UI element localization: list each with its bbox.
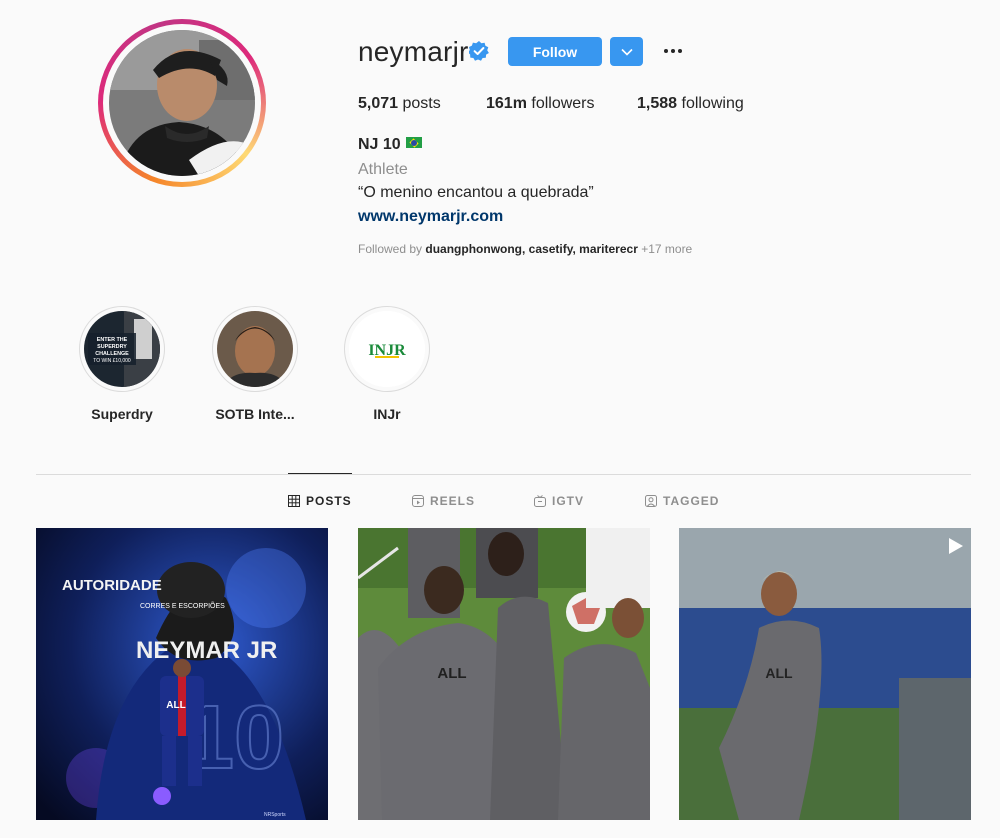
post-thumbnail[interactable]: ALL [358,528,650,820]
post-sponsor-text: ALL [166,700,185,711]
injr-logo-icon: INJR [349,311,425,387]
followed-by-prefix: Followed by [358,242,423,256]
video-play-icon [949,538,963,554]
following-count: 1,588 [637,95,678,112]
post-headline: AUTORIDADE [62,577,162,594]
tab-tagged[interactable]: TAGGED [645,494,719,508]
reels-icon [412,495,424,507]
brazil-flag-icon [405,137,422,148]
dot-icon [671,49,675,53]
post-credit: NRSports [264,812,286,818]
full-name-text: NJ 10 [358,136,401,153]
highlight-cover: INJR [349,311,425,387]
highlight-ring: ENTER THE SUPERDRY CHALLENGE TO WIN £10,… [79,306,165,392]
highlight-ring [212,306,298,392]
profile-avatar[interactable] [98,19,266,187]
post-thumbnail[interactable]: AUTORIDADE CORRES E ESCORPIÕES NEYMAR JR… [36,528,328,820]
igtv-icon [534,495,546,507]
post-thumbnail[interactable]: ALL [679,528,971,820]
post-image: ALL [679,528,971,820]
profile-full-name: NJ 10 [358,136,422,154]
highlight-cover-art: ENTER THE SUPERDRY CHALLENGE TO WIN £10,… [84,311,160,387]
post-image: AUTORIDADE CORRES E ESCORPIÕES NEYMAR JR… [36,528,328,820]
highlight-superdry[interactable]: ENTER THE SUPERDRY CHALLENGE TO WIN £10,… [72,306,172,422]
followed-by-more: +17 more [641,242,693,256]
highlight-cover-text: ENTER THE [97,337,128,343]
following-label: following [681,95,744,112]
tab-posts[interactable]: POSTS [288,494,352,508]
following-stat[interactable]: 1,588 following [637,95,744,113]
chevron-down-icon [620,48,633,56]
active-tab-indicator [288,473,352,474]
followed-by[interactable]: Followed by duangphonwong, casetify, mar… [358,242,692,256]
highlight-label: INJr [373,406,401,422]
tab-igtv[interactable]: IGTV [534,494,584,508]
tab-label: REELS [430,494,476,508]
posts-count-stat: 5,071 posts [358,95,441,113]
highlight-cover-art [217,311,293,387]
highlight-label: Superdry [91,406,153,422]
highlight-sotb[interactable]: SOTB Inte... [205,306,305,422]
post-image: ALL [358,528,650,820]
grid-icon [288,495,300,507]
avatar-photo-art [109,30,255,176]
suggested-accounts-button[interactable] [610,37,643,66]
post-sponsor-text: ALL [437,665,466,682]
tab-reels[interactable]: REELS [412,494,475,508]
tagged-icon [645,495,657,507]
dot-icon [678,49,682,53]
post-jersey-name: NEYMAR JR [136,637,277,664]
highlight-ring: INJR [344,306,430,392]
highlight-injr[interactable]: INJR INJr [337,306,437,422]
more-options-button[interactable] [660,40,686,62]
dot-icon [664,49,668,53]
tab-label: TAGGED [663,494,720,508]
avatar-photo [109,30,255,176]
followers-stat[interactable]: 161m followers [486,95,595,113]
post-tagline: CORRES E ESCORPIÕES [140,601,225,610]
highlight-label: SOTB Inte... [215,406,295,422]
follow-button[interactable]: Follow [508,37,602,66]
highlight-cover [217,311,293,387]
followed-by-names: duangphonwong, casetify, mariterecr [425,242,638,256]
followers-count: 161m [486,95,527,112]
post-sponsor-text: ALL [765,665,793,681]
posts-count: 5,071 [358,95,399,112]
profile-bio: “O menino encantou a quebrada” [358,184,594,201]
tab-label: IGTV [552,494,585,508]
followers-label: followers [531,95,595,112]
highlight-cover: ENTER THE SUPERDRY CHALLENGE TO WIN £10,… [84,311,160,387]
svg-text:CHALLENGE: CHALLENGE [95,351,129,357]
tabs-divider [36,474,971,475]
profile-category: Athlete [358,161,408,178]
profile-website-link[interactable]: www.neymarjr.com [358,208,503,226]
avatar-gap [103,24,261,182]
tab-label: POSTS [306,494,352,508]
posts-label: posts [402,95,441,112]
svg-text:TO WIN £10,000: TO WIN £10,000 [93,358,131,364]
profile-username: neymarjr [358,36,469,67]
verified-badge-icon [469,41,489,61]
svg-text:SUPERDRY: SUPERDRY [97,344,127,350]
